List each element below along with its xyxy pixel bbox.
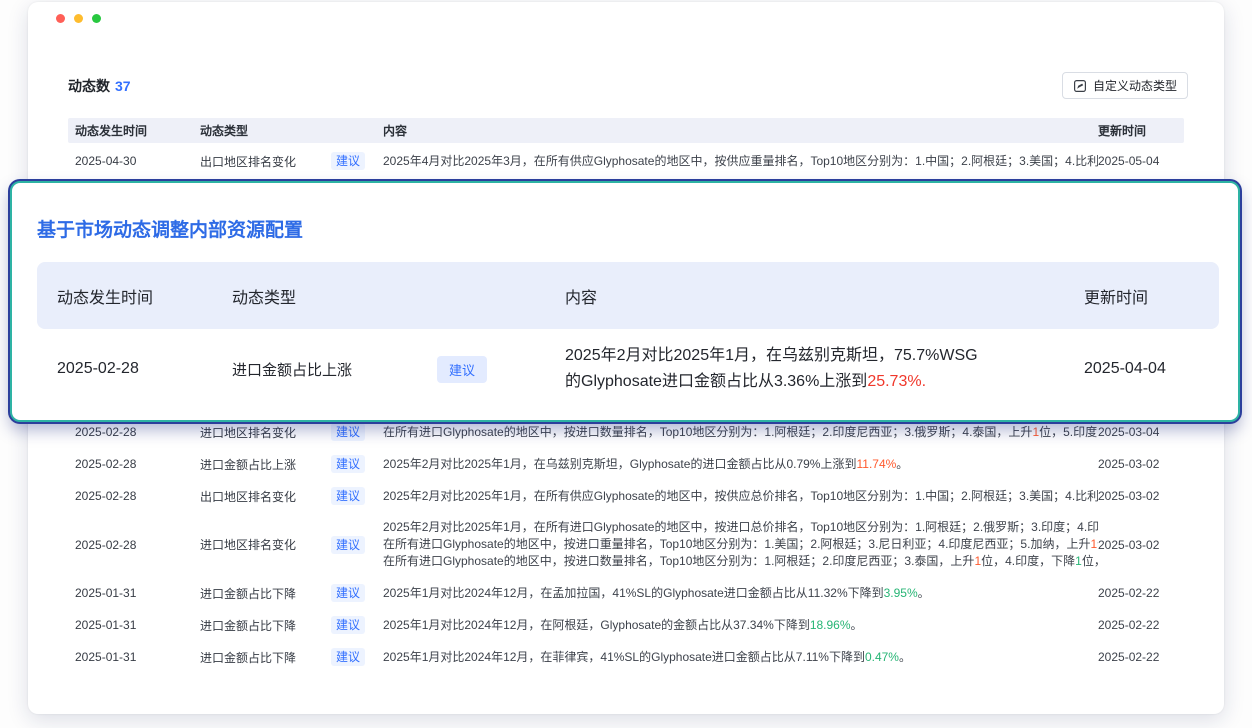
row-type: 进口地区排名变化	[200, 424, 296, 441]
row-time: 2025-02-28	[75, 489, 200, 503]
row-update-time: 2025-03-02	[1098, 489, 1184, 503]
suggestion-badge: 建议	[331, 487, 365, 505]
window-controls	[56, 14, 101, 23]
suggestion-badge: 建议	[331, 152, 365, 170]
callout-row-time: 2025-02-28	[57, 360, 232, 378]
row-type: 进口金额占比下降	[200, 649, 296, 666]
suggestion-badge: 建议	[331, 616, 365, 634]
col-header-content: 内容	[383, 122, 1098, 139]
dynamics-table-continued: 2025-02-28 进口地区排名变化 建议 在所有进口Glyphosate的地…	[68, 416, 1184, 673]
callout-col-content: 内容	[565, 284, 1084, 308]
row-type: 出口地区排名变化	[200, 488, 296, 505]
row-time: 2025-02-28	[75, 457, 200, 471]
row-type: 进口金额占比下降	[200, 617, 296, 634]
col-header-update: 更新时间	[1098, 122, 1184, 139]
callout-table: 动态发生时间 动态类型 内容 更新时间 2025-02-28 进口金额占比上涨 …	[37, 262, 1219, 395]
callout-row-update-time: 2025-04-04	[1084, 360, 1219, 378]
table-row[interactable]: 2025-01-31 进口金额占比下降 建议 2025年1月对比2024年12月…	[68, 641, 1184, 673]
suggestion-badge: 建议	[331, 455, 365, 473]
row-content: 2025年2月对比2025年1月，在所有供应Glyphosate的地区中，按供应…	[383, 488, 1098, 505]
callout-data-row: 2025-02-28 进口金额占比上涨 建议 2025年2月对比2025年1月，…	[37, 329, 1219, 395]
suggestion-badge: 建议	[331, 536, 365, 554]
col-header-type: 动态类型	[200, 122, 383, 139]
row-time: 2025-02-28	[75, 425, 200, 439]
row-time: 2025-01-31	[75, 586, 200, 600]
maximize-window-button[interactable]	[92, 14, 101, 23]
dynamics-table: 动态发生时间 动态类型 内容 更新时间 2025-04-30 出口地区排名变化 …	[68, 118, 1184, 179]
row-content: 2025年1月对比2024年12月，在菲律宾，41%SL的Glyphosate进…	[383, 649, 1098, 666]
row-type: 进口金额占比上涨	[200, 456, 296, 473]
dynamics-count-value: 37	[115, 78, 131, 94]
row-content: 2025年4月对比2025年3月，在所有供应Glyphosate的地区中，按供应…	[383, 153, 1098, 170]
custom-dynamic-type-label: 自定义动态类型	[1093, 77, 1177, 94]
row-update-time: 2025-02-22	[1098, 650, 1184, 664]
col-header-time: 动态发生时间	[75, 122, 200, 139]
row-content: 2025年1月对比2024年12月，在阿根廷，Glyphosate的金额占比从3…	[383, 617, 1098, 634]
table-row[interactable]: 2025-02-28 进口金额占比上涨 建议 2025年2月对比2025年1月，…	[68, 448, 1184, 480]
row-content: 2025年2月对比2025年1月，在乌兹别克斯坦，Glyphosate的进口金额…	[383, 456, 1098, 473]
suggestion-badge: 建议	[437, 356, 487, 383]
row-time: 2025-01-31	[75, 650, 200, 664]
table-row[interactable]: 2025-04-30 出口地区排名变化 建议 2025年4月对比2025年3月，…	[68, 143, 1184, 179]
row-time: 2025-02-28	[75, 538, 200, 552]
callout-header-row: 动态发生时间 动态类型 内容 更新时间	[37, 262, 1219, 329]
row-content: 在所有进口Glyphosate的地区中，按进口数量排名，Top10地区分别为：1…	[383, 424, 1098, 441]
close-window-button[interactable]	[56, 14, 65, 23]
row-update-time: 2025-03-02	[1098, 457, 1184, 471]
suggestion-badge: 建议	[331, 423, 365, 441]
table-row[interactable]: 2025-01-31 进口金额占比下降 建议 2025年1月对比2024年12月…	[68, 609, 1184, 641]
custom-dynamic-type-button[interactable]: 自定义动态类型	[1062, 72, 1188, 99]
row-update-time: 2025-02-22	[1098, 618, 1184, 632]
row-type: 进口金额占比下降	[200, 585, 296, 602]
callout-col-update: 更新时间	[1084, 284, 1219, 308]
callout-title: 基于市场动态调整内部资源配置	[37, 215, 303, 242]
row-type: 出口地区排名变化	[200, 153, 296, 170]
form-edit-icon	[1073, 79, 1087, 93]
row-update-time: 2025-02-22	[1098, 586, 1184, 600]
row-content: 2025年1月对比2024年12月，在孟加拉国，41%SL的Glyphosate…	[383, 585, 1098, 602]
callout-row-content: 2025年2月对比2025年1月，在乌兹别克斯坦，75.7%WSG 的Glyph…	[565, 343, 1084, 395]
table-header-row: 动态发生时间 动态类型 内容 更新时间	[68, 118, 1184, 143]
row-type: 进口地区排名变化	[200, 536, 296, 553]
callout-col-type: 动态类型	[232, 284, 565, 308]
dynamics-count-label: 动态数	[68, 78, 110, 94]
callout-row-type: 进口金额占比上涨	[232, 359, 352, 380]
dynamics-count: 动态数 37	[68, 76, 131, 96]
suggestion-badge: 建议	[331, 584, 365, 602]
row-update-time: 2025-03-04	[1098, 425, 1184, 439]
table-row[interactable]: 2025-02-28 出口地区排名变化 建议 2025年2月对比2025年1月，…	[68, 480, 1184, 512]
row-update-time: 2025-03-02	[1098, 538, 1184, 552]
callout-col-time: 动态发生时间	[57, 284, 232, 308]
suggestion-badge: 建议	[331, 648, 365, 666]
table-row[interactable]: 2025-01-31 进口金额占比下降 建议 2025年1月对比2024年12月…	[68, 577, 1184, 609]
table-row[interactable]: 2025-02-28 进口地区排名变化 建议 2025年2月对比2025年1月，…	[68, 512, 1184, 577]
minimize-window-button[interactable]	[74, 14, 83, 23]
row-time: 2025-04-30	[75, 154, 200, 168]
row-content: 2025年2月对比2025年1月，在所有进口Glyphosate的地区中，按进口…	[383, 519, 1098, 570]
row-update-time: 2025-05-04	[1098, 154, 1184, 168]
row-time: 2025-01-31	[75, 618, 200, 632]
highlight-callout-panel: 基于市场动态调整内部资源配置 动态发生时间 动态类型 内容 更新时间 2025-…	[10, 181, 1240, 422]
